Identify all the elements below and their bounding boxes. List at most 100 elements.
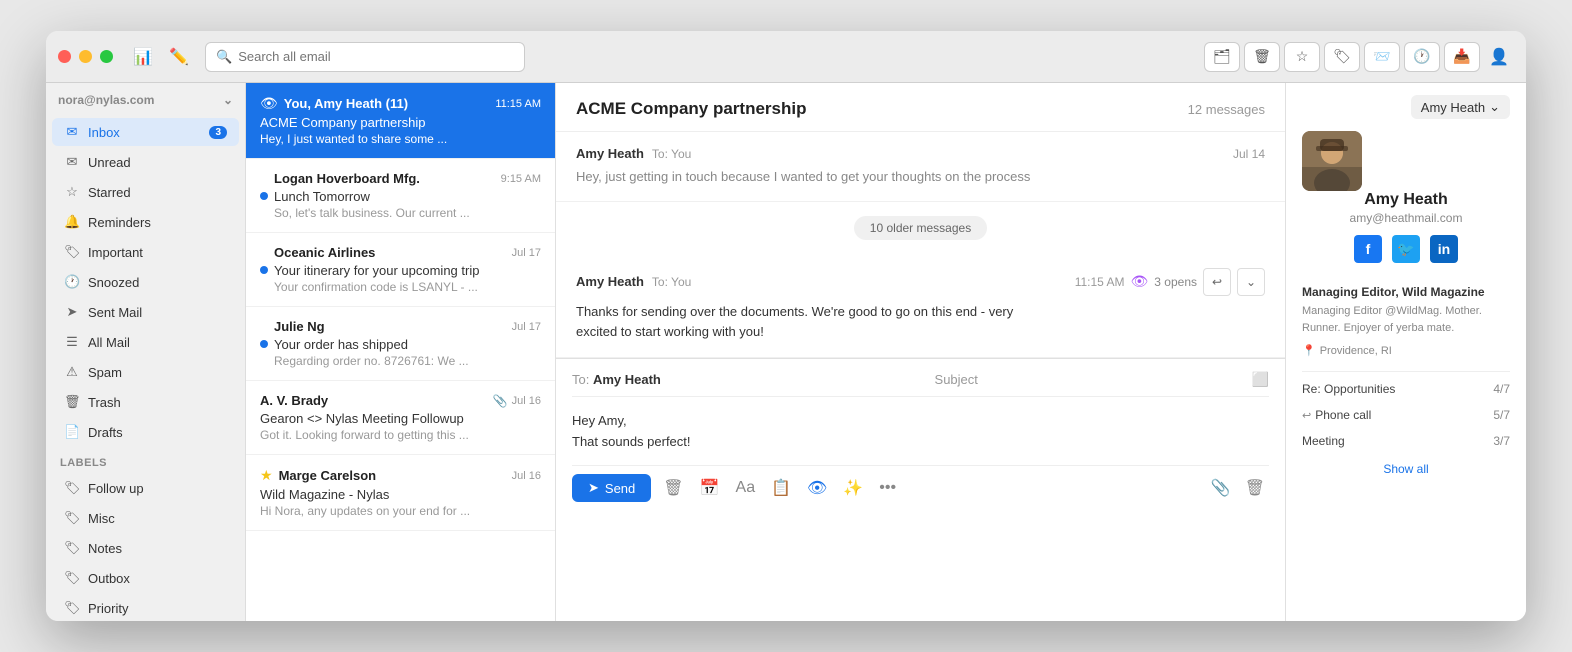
activity-icon[interactable]: 📊 [129, 43, 157, 71]
email-preview-1: Hey, I just wanted to share some ... [260, 132, 541, 146]
maximize-button[interactable] [100, 50, 113, 63]
thread-panel: ACME Company partnership 12 messages Amy… [556, 83, 1286, 621]
social-icons: f 🐦 in [1302, 235, 1510, 263]
email-item-3[interactable]: Oceanic Airlines Jul 17 Your itinerary f… [246, 233, 555, 307]
compose-body[interactable]: Hey Amy, That sounds perfect! [572, 405, 1269, 465]
sidebar-label-notes: Notes [88, 541, 122, 556]
email-subject-6: Wild Magazine - Nylas [260, 487, 541, 502]
message-header-1: Amy Heath To: You Jul 14 [576, 146, 1265, 161]
msg-preview-1: Hey, just getting in touch because I wan… [576, 167, 1265, 187]
sidebar-item-drafts[interactable]: 📄 Drafts [52, 418, 239, 446]
schedule-button[interactable]: 🕐 [1404, 42, 1440, 72]
important-icon: 🏷 [64, 244, 80, 260]
avatar [1302, 131, 1362, 191]
sidebar-label-starred: Starred [88, 185, 131, 200]
linkedin-icon[interactable]: in [1430, 235, 1458, 263]
star-button[interactable]: ☆ [1284, 42, 1320, 72]
thread-count-2: 5/7 [1493, 408, 1510, 422]
contact-name-button[interactable]: Amy Heath ⌄ [1411, 95, 1510, 119]
account-email: nora@nylas.com [58, 93, 154, 107]
expand-compose-icon[interactable]: ⬜ [1252, 371, 1269, 388]
titlebar: 📊 ✏️ 🔍 🗂 🗑 ☆ 🏷 📨 🕐 📥 👤 [46, 31, 1526, 83]
app-window: 📊 ✏️ 🔍 🗂 🗑 ☆ 🏷 📨 🕐 📥 👤 nora@nylas.com ⌄ [46, 31, 1526, 621]
avatar-svg [1302, 131, 1362, 191]
sidebar-item-followup[interactable]: 🏷 Follow up [52, 474, 239, 502]
tag-button[interactable]: 🏷 [1324, 42, 1360, 72]
titlebar-icons: 📊 ✏️ [129, 43, 193, 71]
email-item-4[interactable]: Julie Ng Jul 17 Your order has shipped R… [246, 307, 555, 381]
template-button[interactable]: 📋 [767, 474, 795, 502]
thread-header: ACME Company partnership 12 messages [556, 83, 1285, 132]
location-icon: 📍 [1302, 344, 1316, 357]
reply-button[interactable]: ↩ [1203, 268, 1231, 296]
profile-button[interactable]: 👤 [1484, 42, 1514, 72]
contact-email: amy@heathmail.com [1302, 211, 1510, 225]
format-button[interactable]: Aa [732, 475, 760, 501]
sidebar-item-notes[interactable]: 🏷 Notes [52, 534, 239, 562]
search-input[interactable] [238, 49, 514, 64]
email-item-5[interactable]: A. V. Brady 📎 Jul 16 Gearon <> Nylas Mee… [246, 381, 555, 455]
sidebar-item-important[interactable]: 🏷 Important [52, 238, 239, 266]
send-later-button[interactable]: 📨 [1364, 42, 1400, 72]
contact-header: Amy Heath ⌄ [1286, 83, 1526, 131]
compose-icon[interactable]: ✏️ [165, 43, 193, 71]
more-button[interactable]: ⌄ [1237, 268, 1265, 296]
sidebar-item-outbox[interactable]: 🏷 Outbox [52, 564, 239, 592]
trash-icon: 🗑 [64, 394, 80, 410]
reminders-icon: 🔔 [64, 214, 80, 230]
schedule-button[interactable]: 📅 [696, 474, 724, 502]
contact-thread-1[interactable]: Re: Opportunities 4/7 [1286, 376, 1526, 402]
compose-to-row: To: Amy Heath Subject ⬜ [572, 371, 1269, 397]
attach-button[interactable]: 📎 [1207, 474, 1235, 502]
sidebar-item-snoozed[interactable]: 🕐 Snoozed [52, 268, 239, 296]
message-item-2: Amy Heath To: You 11:15 AM 👁 3 opens ↩ ⌄… [556, 254, 1285, 359]
email-sender-3: Oceanic Airlines [274, 245, 375, 260]
search-bar[interactable]: 🔍 [205, 42, 525, 72]
more-options-button[interactable]: ••• [875, 475, 900, 501]
email-item-6[interactable]: ★ Marge Carelson Jul 16 Wild Magazine - … [246, 455, 555, 531]
spark-button[interactable]: ✨ [839, 474, 867, 502]
sidebar-item-inbox[interactable]: ✉ Inbox 3 [52, 118, 239, 146]
sidebar-item-priority[interactable]: 🏷 Priority [52, 594, 239, 621]
contact-title: Managing Editor, Wild Magazine [1286, 285, 1526, 303]
send-button[interactable]: ➤ Send [572, 474, 651, 502]
sidebar-label-reminders: Reminders [88, 215, 151, 230]
sidebar-item-misc[interactable]: 🏷 Misc [52, 504, 239, 532]
delete-button[interactable]: 🗑 [1244, 42, 1280, 72]
contact-full-name: Amy Heath [1302, 191, 1510, 209]
email-sender-1: You, Amy Heath (11) [284, 96, 408, 111]
sidebar-item-starred[interactable]: ☆ Starred [52, 178, 239, 206]
sidebar-item-sent[interactable]: ➤ Sent Mail [52, 298, 239, 326]
older-messages-button[interactable]: 10 older messages [854, 216, 987, 240]
archive-button[interactable]: 🗂 [1204, 42, 1240, 72]
discard-button[interactable]: 🗑 [659, 474, 687, 502]
minimize-button[interactable] [79, 50, 92, 63]
track-button[interactable]: 👁 [803, 474, 831, 502]
collapse-icon[interactable]: ⌄ [223, 93, 233, 107]
send-label: Send [605, 481, 635, 496]
move-button[interactable]: 📥 [1444, 42, 1480, 72]
inbox-icon: ✉ [64, 124, 80, 140]
sidebar-item-reminders[interactable]: 🔔 Reminders [52, 208, 239, 236]
delete-compose-button[interactable]: 🗑 [1241, 474, 1269, 502]
message-actions: 11:15 AM 👁 3 opens ↩ ⌄ [1075, 268, 1265, 296]
sidebar-label-snoozed: Snoozed [88, 275, 139, 290]
contact-thread-2[interactable]: ↩ Phone call 5/7 [1286, 402, 1526, 428]
sidebar-item-trash[interactable]: 🗑 Trash [52, 388, 239, 416]
sidebar-item-spam[interactable]: ⚠ Spam [52, 358, 239, 386]
facebook-icon[interactable]: f [1354, 235, 1382, 263]
msg-time-1: Jul 14 [1233, 147, 1265, 161]
sidebar-item-unread[interactable]: ✉ Unread [52, 148, 239, 176]
email-preview-3: Your confirmation code is LSANYL - ... [274, 280, 541, 294]
thread-label-3: Meeting [1302, 434, 1345, 448]
msg-body-2: Thanks for sending over the documents. W… [576, 302, 1265, 344]
email-item-1[interactable]: 👁 You, Amy Heath (11) 11:15 AM ACME Comp… [246, 83, 555, 159]
close-button[interactable] [58, 50, 71, 63]
email-item-2[interactable]: Logan Hoverboard Mfg. 9:15 AM Lunch Tomo… [246, 159, 555, 233]
sidebar-label-followup: Follow up [88, 481, 144, 496]
sidebar-item-all[interactable]: ☰ All Mail [52, 328, 239, 356]
twitter-icon[interactable]: 🐦 [1392, 235, 1420, 263]
compose-area: To: Amy Heath Subject ⬜ Hey Amy, That so… [556, 358, 1285, 514]
show-all-button[interactable]: Show all [1286, 454, 1526, 484]
contact-thread-3[interactable]: Meeting 3/7 [1286, 428, 1526, 454]
